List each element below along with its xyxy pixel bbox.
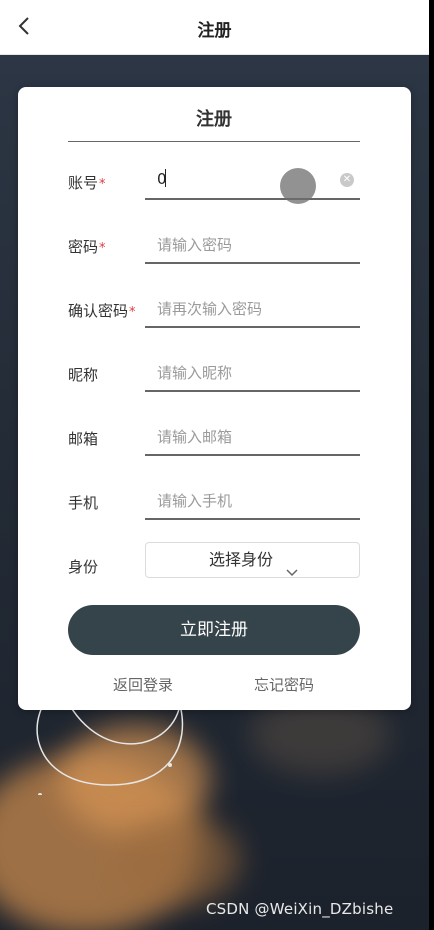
forgot-password-link[interactable]: 忘记密码 (254, 674, 314, 695)
app-frame: 注册 注册 账号* 0 ✕ 密码* 请输入密码 确认密码* 请再次输入密码 昵称… (0, 0, 429, 930)
password-row: 密码* 请输入密码 (68, 224, 360, 264)
identity-label: 身份 (68, 558, 99, 576)
window-edge (429, 0, 434, 930)
clear-icon[interactable]: ✕ (340, 173, 354, 187)
identity-select[interactable]: 选择身份 (145, 542, 360, 578)
nickname-label: 昵称 (68, 366, 99, 384)
email-row: 邮箱 请输入邮箱 (68, 416, 360, 456)
phone-placeholder: 请输入手机 (157, 492, 233, 510)
register-card: 注册 账号* 0 ✕ 密码* 请输入密码 确认密码* 请再次输入密码 昵称 请输… (18, 87, 411, 710)
watermark: CSDN @WeiXin_DZbishe (206, 900, 394, 918)
identity-selected: 选择身份 (208, 550, 273, 569)
confirm-password-input[interactable]: 请再次输入密码 (145, 288, 360, 328)
confirm-password-label: 确认密码* (68, 302, 136, 320)
touch-indicator (280, 168, 316, 204)
navbar: 注册 (0, 0, 429, 55)
password-placeholder: 请输入密码 (157, 236, 233, 254)
email-input[interactable]: 请输入邮箱 (145, 416, 360, 456)
password-label: 密码* (68, 238, 106, 256)
confirm-password-placeholder: 请再次输入密码 (157, 300, 263, 318)
account-label: 账号* (68, 174, 106, 192)
account-input[interactable]: 0 ✕ (145, 160, 360, 200)
nickname-placeholder: 请输入昵称 (157, 364, 233, 382)
navbar-title: 注册 (197, 21, 232, 41)
account-row: 账号* 0 ✕ (68, 160, 360, 200)
phone-label: 手机 (68, 494, 99, 512)
nickname-row: 昵称 请输入昵称 (68, 352, 360, 392)
confirm-password-row: 确认密码* 请再次输入密码 (68, 288, 360, 328)
email-label: 邮箱 (68, 430, 99, 448)
password-input[interactable]: 请输入密码 (145, 224, 360, 264)
phone-row: 手机 请输入手机 (68, 480, 360, 520)
chevron-down-icon (286, 556, 298, 576)
identity-row: 身份 选择身份 (68, 542, 360, 582)
register-button[interactable]: 立即注册 (68, 605, 360, 655)
form-title: 注册 (68, 105, 360, 142)
phone-input[interactable]: 请输入手机 (145, 480, 360, 520)
nickname-input[interactable]: 请输入昵称 (145, 352, 360, 392)
email-placeholder: 请输入邮箱 (157, 428, 233, 446)
text-cursor (165, 169, 166, 187)
back-to-login-link[interactable]: 返回登录 (113, 674, 173, 695)
